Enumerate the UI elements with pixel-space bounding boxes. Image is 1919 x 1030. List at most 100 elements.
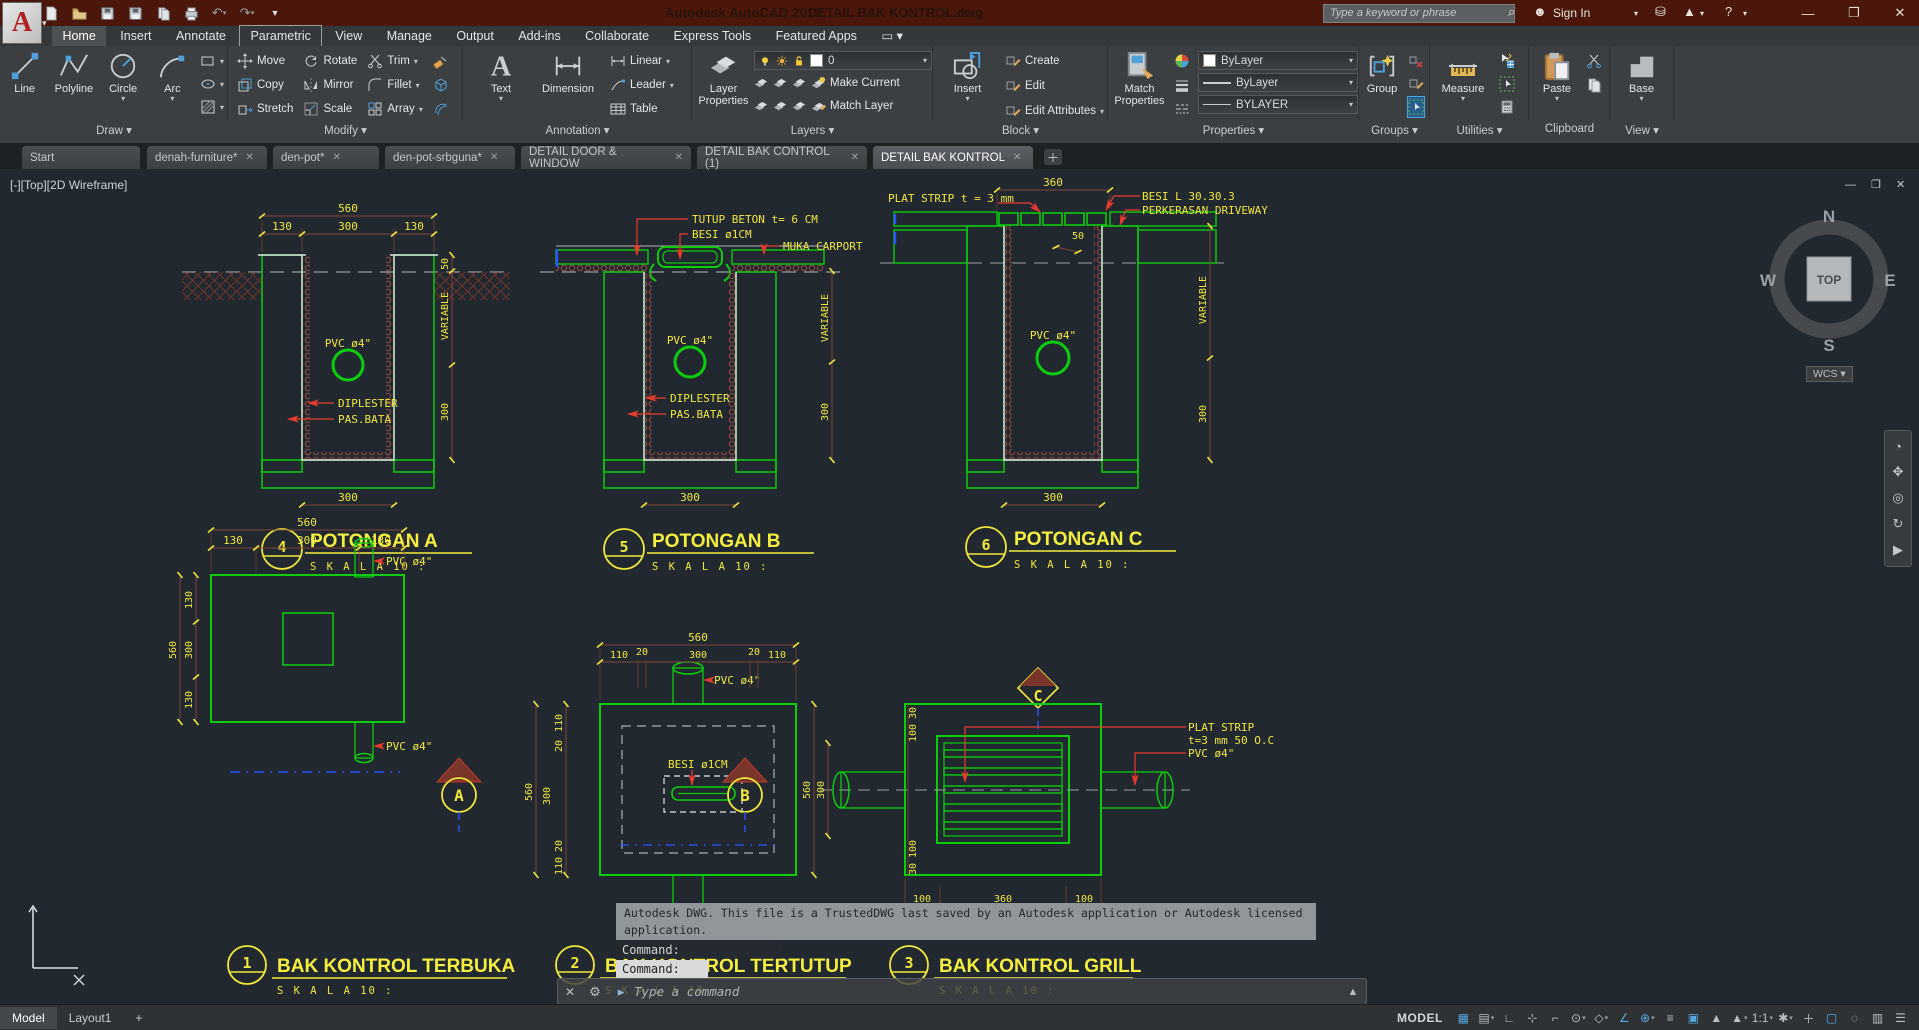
command-close-icon[interactable]: ✕	[558, 985, 582, 999]
dim-label: 300	[1043, 491, 1063, 504]
quick-properties-toggle[interactable]: ▢	[1821, 1008, 1842, 1028]
section-potongan-b: PVC ø4" TUTUP BETON t= 6 CM BESI ø1CM MU…	[540, 213, 863, 573]
wcs-indicator[interactable]: WCS ▾	[1806, 366, 1853, 382]
navigation-bar: ◔ ✥ ◎ ↻ ▶	[1884, 430, 1912, 567]
detail-number: 2	[570, 954, 579, 972]
dim-label: 110	[768, 650, 786, 661]
isolate-objects-icon[interactable]: ◌	[1844, 1008, 1865, 1028]
full-navigation-wheel-icon[interactable]: ◔	[1894, 439, 1902, 454]
dim-label: 50	[1072, 231, 1084, 242]
dim-label: 300	[689, 650, 707, 661]
viewcube-east[interactable]: E	[1884, 271, 1895, 290]
workspace-switching-icon[interactable]: ✱ ▾	[1775, 1008, 1796, 1028]
model-tab[interactable]: Model	[0, 1007, 57, 1029]
autoscale-toggle[interactable]: ▲ ▾	[1729, 1008, 1750, 1028]
trusteddwg-notice: Autodesk DWG. This file is a TrustedDWG …	[616, 903, 1316, 940]
graphics-performance-icon[interactable]: ▥	[1867, 1008, 1888, 1028]
ucs-icon	[28, 904, 85, 986]
cad-label: PVC ø4"	[1030, 329, 1076, 342]
dynamic-input-toggle[interactable]: ⊹	[1522, 1008, 1543, 1028]
dim-label: 300	[440, 403, 451, 421]
dim-label: 130	[272, 220, 292, 233]
viewcube-top-face[interactable]: TOP	[1817, 273, 1841, 287]
cad-label: PVC ø4"	[714, 674, 760, 687]
section-marker: A	[454, 786, 464, 805]
dim-label: 560	[168, 641, 179, 659]
clean-screen-icon[interactable]: ☰	[1890, 1008, 1911, 1028]
dim-label: 100	[908, 840, 919, 858]
cad-label: BESI ø1CM	[668, 758, 728, 771]
dim-label: 300	[184, 641, 195, 659]
command-line[interactable]: ✕ ⚙ ▸ Type a command ▲	[557, 978, 1367, 1005]
snap-mode-toggle[interactable]: ▤ ▾	[1476, 1008, 1497, 1028]
dim-label: 50	[440, 258, 451, 270]
viewport-controls[interactable]: [-][Top][2D Wireframe]	[10, 178, 127, 192]
annotation-monitor-icon[interactable]: ＋	[1798, 1008, 1819, 1028]
dim-label: 560	[802, 781, 813, 799]
viewcube-south[interactable]: S	[1823, 336, 1834, 355]
dim-label: 300	[816, 781, 827, 799]
infer-constraints-toggle[interactable]: ∟	[1499, 1008, 1520, 1028]
object-snap-toggle[interactable]: ⊕ ▾	[1637, 1008, 1658, 1028]
pan-icon[interactable]: ✥	[1893, 464, 1904, 480]
cad-label: PVC ø4"	[667, 334, 713, 347]
cad-label: t=3 mm 50 O.C	[1188, 734, 1274, 747]
cad-label: PVC ø4"	[1188, 747, 1234, 760]
section-potongan-c: PVC ø4" 360 PLAT STRIP t = 3 mm 50 BESI …	[880, 176, 1268, 571]
showmotion-icon[interactable]: ▶	[1893, 542, 1903, 558]
detail-number: 5	[619, 538, 628, 556]
detail-number: 6	[981, 536, 990, 554]
cad-label: PERKERASAN DRIVEWAY	[1142, 204, 1268, 217]
viewport-window-buttons[interactable]: — ❐ ✕	[1845, 178, 1911, 191]
model-space-badge[interactable]: MODEL	[1389, 1011, 1451, 1025]
logo-dropdown-icon[interactable]: ▾	[42, 18, 47, 29]
viewcube[interactable]: N S W E TOP	[1760, 207, 1896, 355]
dim-label: 100	[908, 724, 919, 742]
cad-label: BESI L 30.30.3	[1142, 190, 1235, 203]
autocad-logo[interactable]: A	[2, 2, 42, 44]
dim-label: 20	[554, 840, 565, 852]
autocad-window: A PVC ø4"	[0, 0, 1919, 1030]
annotation-scale-value[interactable]: 1:1 ▾	[1752, 1008, 1773, 1028]
dim-label: 20	[636, 647, 648, 658]
detail-number: 1	[242, 954, 251, 972]
object-snap-tracking-toggle[interactable]: ∠	[1614, 1008, 1635, 1028]
grid-display-toggle[interactable]: ▦	[1453, 1008, 1474, 1028]
cad-label: DIPLESTER	[338, 397, 398, 410]
section-potongan-a: PVC ø4" DIPLESTER PAS.BATA 560 130 300 1…	[182, 202, 510, 573]
dim-label: 130	[371, 534, 391, 547]
layout1-tab[interactable]: Layout1	[57, 1007, 124, 1029]
detail-number: 3	[904, 954, 913, 972]
command-customize-icon[interactable]: ⚙	[582, 984, 608, 1000]
new-layout-button[interactable]: +	[123, 1007, 154, 1029]
lineweight-display-toggle[interactable]: ≡	[1660, 1008, 1681, 1028]
dim-label: 560	[338, 202, 358, 215]
dim-label: 130	[223, 534, 243, 547]
command-history-toggle-icon[interactable]: ▲	[1340, 986, 1366, 998]
detail-scale: S K A L A 10 :	[277, 985, 394, 997]
cad-label: PLAT STRIP t = 3 mm	[888, 192, 1014, 205]
cad-label: PAS.BATA	[670, 408, 723, 421]
status-bar: Model Layout1 + MODEL ▦ ▤ ▾ ∟ ⊹ ⌐ ⊙ ▾ ◇ ▾ ∠…	[0, 1004, 1919, 1030]
dim-label: 300	[338, 220, 358, 233]
zoom-icon[interactable]: ◎	[1892, 490, 1903, 506]
dim-label: 130	[184, 691, 195, 709]
viewcube-north[interactable]: N	[1823, 207, 1835, 226]
cad-label: PVC ø4"	[325, 337, 371, 350]
isometric-drafting-toggle[interactable]: ◇ ▾	[1591, 1008, 1612, 1028]
command-input[interactable]: Type a command	[634, 984, 739, 999]
polar-tracking-toggle[interactable]: ⊙ ▾	[1568, 1008, 1589, 1028]
dim-label: 300	[338, 491, 358, 504]
annotation-visibility-toggle[interactable]: ▲	[1706, 1008, 1727, 1028]
dim-label: 130	[404, 220, 424, 233]
viewcube-west[interactable]: W	[1760, 271, 1777, 290]
selection-cycling-toggle[interactable]: ▣	[1683, 1008, 1704, 1028]
cad-label: PVC ø4"	[386, 555, 432, 568]
dim-label: 30	[908, 863, 919, 875]
dim-label: 360	[1043, 176, 1063, 189]
ortho-mode-toggle[interactable]: ⌐	[1545, 1008, 1566, 1028]
orbit-icon[interactable]: ↻	[1893, 516, 1904, 532]
dim-label: 300	[680, 491, 700, 504]
cad-label: PAS.BATA	[338, 413, 391, 426]
model-space-viewport[interactable]: PVC ø4" DIPLESTER PAS.BATA 560 130 300 1…	[0, 0, 1919, 1030]
